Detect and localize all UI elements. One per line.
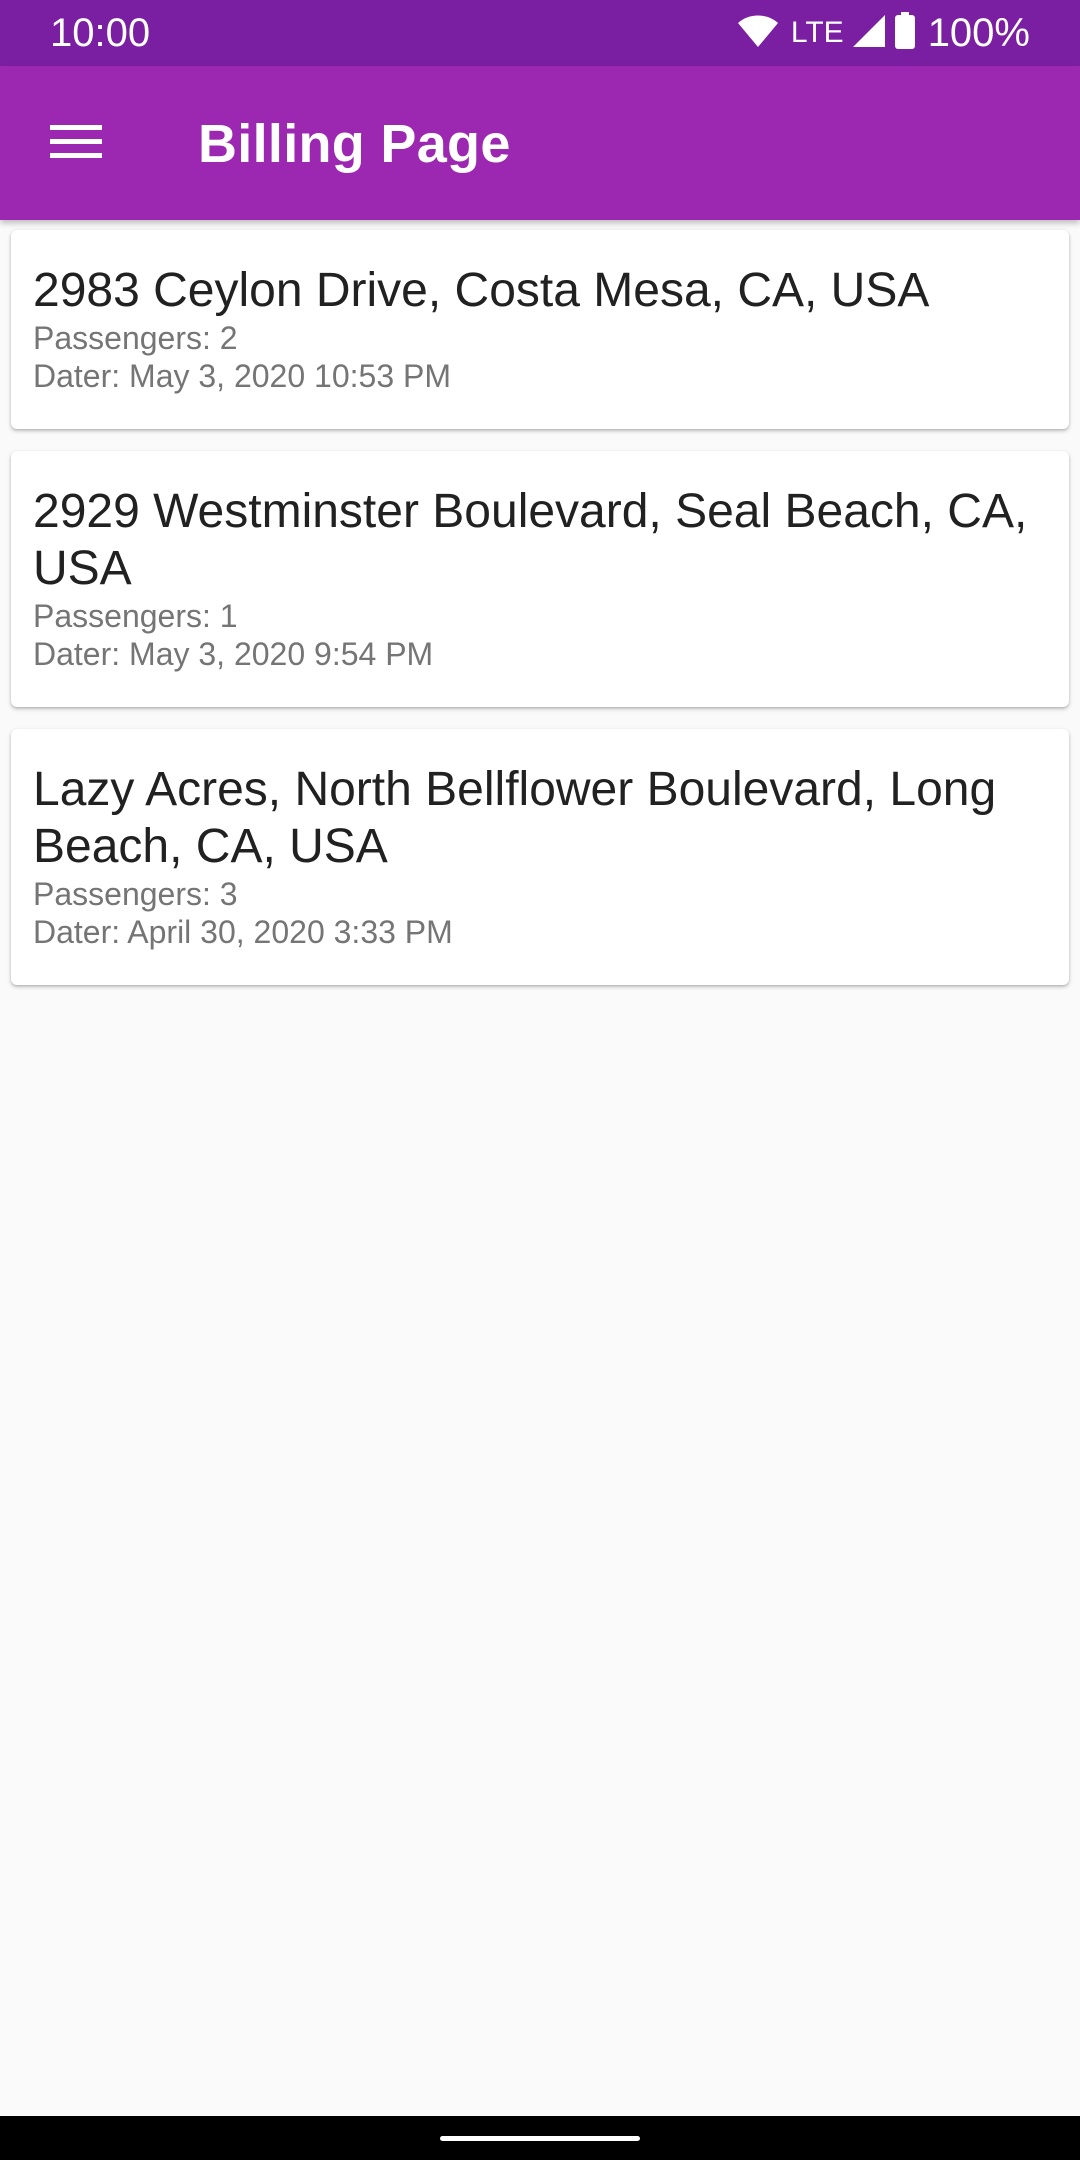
ride-address: 2929 Westminster Boulevard, Seal Beach, … (33, 485, 1028, 595)
app-bar: Billing Page (0, 66, 1080, 220)
ride-address: 2983 Ceylon Drive, Costa Mesa, CA, USA (33, 264, 930, 317)
ride-date: Dater: May 3, 2020 9:54 PM (33, 636, 434, 672)
ride-passengers: Passengers: 1 (33, 598, 238, 634)
menu-button[interactable] (28, 100, 124, 186)
menu-icon (50, 123, 102, 164)
status-icons: LTE 100% (737, 10, 1030, 56)
home-gesture-handle[interactable] (440, 2136, 640, 2141)
ride-address: Lazy Acres, North Bellflower Boulevard, … (33, 763, 997, 873)
battery-level: 100% (927, 11, 1030, 55)
navigation-bar (0, 2116, 1080, 2160)
ride-card[interactable]: Lazy Acres, North Bellflower Boulevard, … (11, 729, 1069, 985)
ride-passengers: Passengers: 3 (33, 876, 238, 912)
ride-date: Dater: April 30, 2020 3:33 PM (33, 914, 453, 950)
network-type: LTE (790, 16, 844, 49)
battery-icon (894, 11, 916, 55)
page-title: Billing Page (198, 114, 511, 174)
status-bar: 10:00 LTE 100% (0, 0, 1080, 66)
status-time: 10:00 (50, 11, 151, 55)
ride-passengers: Passengers: 2 (33, 320, 238, 356)
signal-icon (852, 14, 886, 53)
billing-list: 2983 Ceylon Drive, Costa Mesa, CA, USA P… (11, 230, 1069, 1007)
ride-card[interactable]: 2983 Ceylon Drive, Costa Mesa, CA, USA P… (11, 230, 1069, 429)
screen: 10:00 LTE 100% Billing Page 2983 Ceylon … (0, 0, 1080, 2160)
ride-card[interactable]: 2929 Westminster Boulevard, Seal Beach, … (11, 451, 1069, 707)
ride-date: Dater: May 3, 2020 10:53 PM (33, 358, 451, 394)
wifi-icon (737, 14, 779, 53)
